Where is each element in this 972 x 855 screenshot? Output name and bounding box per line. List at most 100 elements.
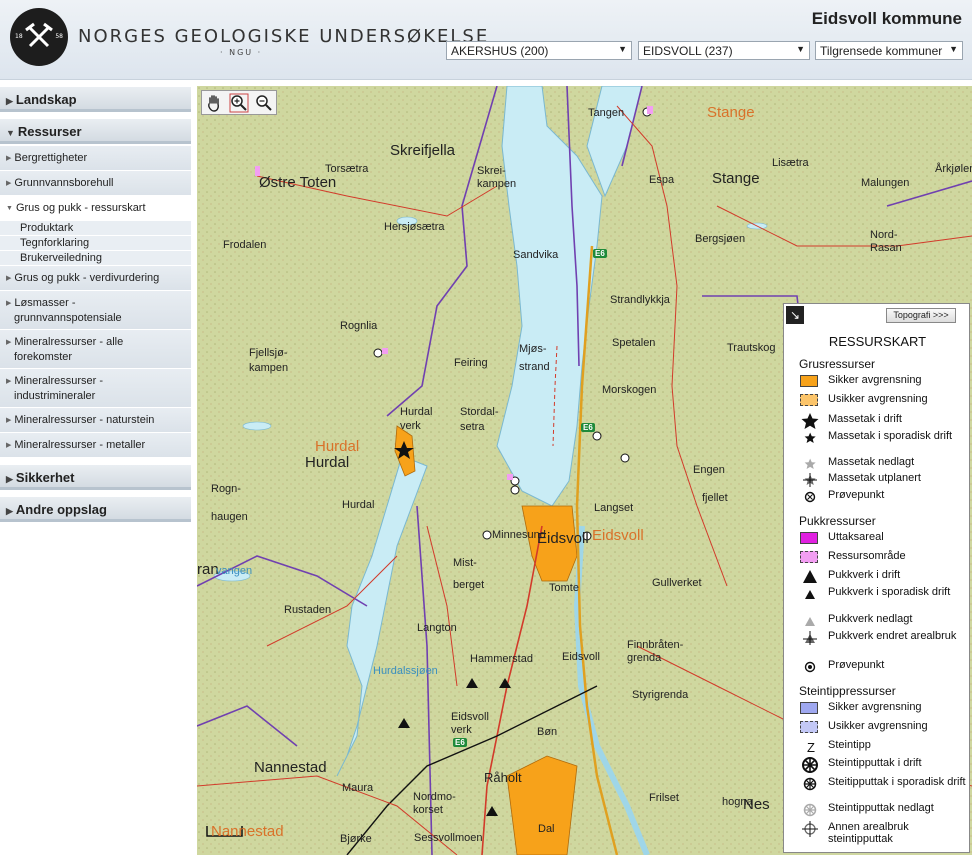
sidebar-item-grus-pukk-verdivurdering[interactable]: ▶ Grus og pukk - verdivurdering	[0, 266, 191, 291]
pan-hand-icon[interactable]	[204, 93, 224, 113]
map-label: Engen	[693, 464, 725, 476]
section-andre-oppslag[interactable]: ▶ Andre oppslag	[0, 496, 191, 522]
map-label: Finnbråten- grenda	[627, 639, 684, 664]
fylke-select-value: AKERSHUS (200)	[451, 44, 549, 58]
map-label: Bjørke	[340, 833, 372, 845]
wheel-big-icon	[799, 756, 821, 773]
map-label: Malungen	[861, 177, 910, 189]
map-label: Frilset	[649, 792, 679, 804]
map-label: Sessvollmoen	[414, 832, 483, 844]
zoom-out-icon[interactable]	[254, 93, 274, 113]
sidebar-item-mineral-metaller[interactable]: ▶ Mineralressurser - metaller	[0, 433, 191, 458]
chevron-right-icon: ▶	[6, 275, 12, 282]
legend-label: Massetak i drift	[828, 413, 902, 425]
sidebar-item-bergrettigheter[interactable]: ▶ Bergrettigheter	[0, 146, 191, 171]
sidebar-item-mineral-alle[interactable]: ▶ Mineralressurser - alle forekomster	[0, 330, 191, 369]
map-label: Dal	[538, 823, 555, 835]
legend-label: Ressursområde	[828, 550, 906, 562]
legend-label: Pukkverk i sporadisk drift	[828, 586, 951, 598]
sq-pink-icon	[799, 549, 821, 565]
chevron-down-icon: ▼	[6, 205, 13, 212]
sidebar-item-label: Grus og pukk - ressurskart	[15, 202, 146, 214]
kommune-select-value: EIDSVOLL (237)	[643, 44, 733, 58]
topografi-button[interactable]: Topografi >>>	[886, 308, 956, 323]
zoom-in-icon[interactable]	[229, 93, 249, 113]
map-label: Nannestad	[254, 759, 327, 776]
sidebar-item-mineral-industri[interactable]: ▶ Mineralressurser - industrimineraler	[0, 369, 191, 408]
map-label: Hurdalssjøen	[373, 665, 438, 677]
logo-year-left: 18	[15, 33, 23, 40]
map-label: Bøn	[537, 726, 558, 738]
sidebar-link-produktark[interactable]: Produktark	[0, 221, 191, 236]
sidebar-link-tegnforklaring[interactable]: Tegnforklaring	[0, 236, 191, 251]
wheel-grey-icon	[799, 801, 821, 817]
neighbour-select-value: Tilgrensede kommuner	[820, 44, 943, 58]
legend-label: Usikker avgrensning	[828, 393, 928, 405]
sidebar-item-grus-pukk-ressurskart[interactable]: ▼ Grus og pukk - ressurskart	[0, 196, 191, 221]
map-label: Hurdal verk	[400, 406, 433, 432]
neighbour-select[interactable]: Tilgrensede kommuner ▼	[815, 41, 963, 60]
ngu-logo[interactable]: 18 58	[10, 8, 68, 66]
map-label: Sandvika	[513, 249, 559, 261]
tri-cross-icon	[799, 629, 821, 645]
chevron-down-icon: ▼	[618, 44, 627, 54]
sidebar-item-label: Grunnvannsborehull	[14, 177, 114, 189]
chevron-down-icon: ▼	[6, 128, 15, 138]
chevron-right-icon: ▶	[6, 339, 12, 346]
sidebar-item-label-line2: grunnvannspotensiale	[14, 312, 122, 324]
sidebar-item-grunnvannsborehull[interactable]: ▶ Grunnvannsborehull	[0, 171, 191, 196]
map-label: Morskogen	[602, 384, 657, 396]
map-label: Tangen	[588, 107, 625, 119]
z-icon: Z	[799, 738, 821, 755]
road-shield-e6: E6	[453, 738, 467, 747]
sidebar-item-label: Mineralressurser - alle	[14, 336, 124, 348]
chevron-right-icon: ▶	[6, 442, 12, 449]
legend-label: Prøvepunkt	[828, 489, 885, 501]
sidebar-item-label-line2: forekomster	[14, 351, 73, 363]
chevron-down-icon: ▼	[796, 44, 805, 54]
legend-title: RESSURSKART	[828, 334, 927, 349]
kommune-select[interactable]: EIDSVOLL (237) ▼	[638, 41, 810, 60]
section-sikkerhet[interactable]: ▶ Sikkerhet	[0, 464, 191, 490]
road-shield-e6: E6	[581, 423, 595, 432]
section-label: Andre oppslag	[15, 502, 107, 517]
section-landskap[interactable]: ▶ Landskap	[0, 86, 191, 112]
wheel-cross-icon	[799, 820, 821, 837]
chevron-right-icon: ▶	[6, 96, 13, 106]
sidebar-item-label-line2: industrimineraler	[14, 390, 96, 402]
wheel-small-icon	[799, 775, 821, 791]
org-name[interactable]: NORGES GEOLOGISKE UNDERSØKELSE	[78, 26, 489, 47]
map-label: Hersjøsætra	[384, 221, 445, 233]
map-label: Lisætra	[772, 157, 809, 169]
circle-dot-icon	[799, 658, 821, 674]
map-label: Eidsvoll	[592, 527, 644, 544]
fylke-select[interactable]: AKERSHUS (200) ▼	[446, 41, 632, 60]
chevron-right-icon: ▶	[6, 417, 12, 424]
legend-label: Massetak i sporadisk drift	[828, 430, 953, 442]
map-label: Langset	[594, 502, 634, 514]
sidebar-link-brukerveiledning[interactable]: Brukerveiledning	[0, 251, 191, 266]
legend-label: Usikker avgrensning	[828, 720, 928, 732]
legend-label: Prøvepunkt	[828, 659, 885, 671]
road-shield-e6: E6	[593, 249, 607, 258]
legend-label: Steintipp	[828, 739, 871, 751]
legend-label: Pukkverk i drift	[828, 569, 901, 581]
sidebar-item-mineral-naturstein[interactable]: ▶ Mineralressurser - naturstein	[0, 408, 191, 433]
hammer-pick-icon	[25, 22, 53, 48]
star-big-icon	[799, 412, 821, 429]
map-label: Nannestad	[211, 823, 284, 840]
tri-big-icon	[799, 568, 821, 584]
map-label: Trautskog	[727, 342, 776, 354]
section-ressurser[interactable]: ▼ Ressurser	[0, 118, 191, 144]
map-label: Styrigrenda	[632, 689, 689, 701]
legend-label: Annen arealbruk steintipputtak	[828, 821, 909, 845]
page-title: Eidsvoll kommune	[811, 9, 962, 28]
map-label: Torsætra	[325, 163, 369, 175]
star-small-icon	[799, 429, 821, 445]
map-label: Frodalen	[223, 239, 267, 251]
sidebar-item-losmasser[interactable]: ▶ Løsmasser - grunnvannspotensiale	[0, 291, 191, 330]
chevron-right-icon: ▶	[6, 378, 12, 385]
app-root: 18 58 NORGES GEOLOGISKE UNDERSØKELSE · N…	[0, 0, 972, 855]
collapse-legend-icon[interactable]: ↘	[786, 306, 804, 324]
map-label: Råholt	[484, 770, 522, 785]
